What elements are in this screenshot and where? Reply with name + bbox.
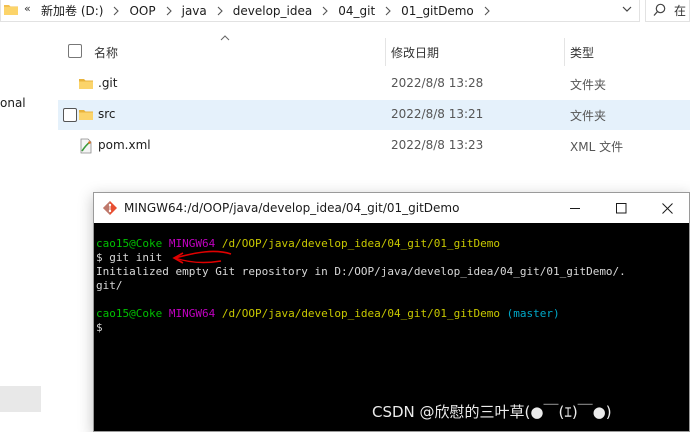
select-all-checkbox[interactable]: [68, 44, 82, 58]
nav-item-selected[interactable]: [0, 386, 41, 412]
file-type: 文件夹: [570, 109, 607, 123]
terminal-output-line: git/: [96, 279, 123, 292]
close-icon: [662, 203, 673, 214]
file-row[interactable]: pom.xml 2022/8/8 13:23 XML 文件: [58, 131, 690, 161]
prompt-user: cao15@Coke: [96, 237, 163, 250]
minimize-icon: [570, 208, 580, 209]
file-row[interactable]: src 2022/8/8 13:21 文件夹: [58, 100, 690, 130]
chevron-right-icon[interactable]: [484, 6, 490, 16]
nav-item-label[interactable]: onal: [0, 96, 26, 110]
file-name[interactable]: src: [98, 107, 116, 121]
terminal-output-line: Initialized empty Git repository in D:/O…: [96, 265, 626, 278]
breadcrumb-item[interactable]: develop_idea: [233, 4, 312, 18]
breadcrumb-item[interactable]: 04_git: [338, 4, 375, 18]
chevron-right-icon[interactable]: [113, 6, 120, 16]
watermark: CSDN @欣慰的三叶草(●￣(ｴ)￣●): [372, 403, 612, 421]
prompt-user: cao15@Coke: [96, 307, 163, 320]
file-modified: 2022/8/8 13:23: [391, 138, 484, 152]
breadcrumb-item[interactable]: 新加卷 (D:): [41, 2, 103, 19]
breadcrumb-item[interactable]: OOP: [129, 4, 155, 18]
column-header-type[interactable]: 类型: [570, 44, 594, 68]
search-box[interactable]: 在: [645, 0, 690, 22]
chevron-right-icon[interactable]: [217, 6, 223, 16]
annotation-arrow-icon: [172, 250, 232, 264]
breadcrumb: 新加卷 (D:) OOP java develop_idea 04_git 01…: [41, 2, 500, 19]
prompt-path: /d/OOP/java/develop_idea/04_git/01_gitDe…: [221, 307, 500, 320]
terminal-title: MINGW64:/d/OOP/java/develop_idea/04_git/…: [124, 201, 460, 215]
file-row[interactable]: .git 2022/8/8 13:28 文件夹: [58, 69, 690, 99]
maximize-icon: [616, 203, 627, 214]
column-header-modified[interactable]: 修改日期: [391, 44, 439, 68]
address-bar[interactable]: « 新加卷 (D:) OOP java develop_idea 04_git …: [0, 0, 640, 22]
terminal-window[interactable]: MINGW64:/d/OOP/java/develop_idea/04_git/…: [93, 192, 690, 432]
file-type: 文件夹: [570, 78, 607, 92]
maximize-button[interactable]: [598, 193, 644, 223]
folder-icon: [79, 79, 93, 89]
row-checkbox[interactable]: [63, 108, 77, 122]
chevron-right-icon[interactable]: [166, 6, 172, 16]
file-name[interactable]: pom.xml: [98, 138, 151, 152]
folder-icon: [79, 110, 93, 120]
folder-icon: [4, 5, 18, 15]
minimize-button[interactable]: [552, 193, 598, 223]
xml-file-icon: [80, 138, 92, 154]
breadcrumb-item[interactable]: 01_gitDemo: [401, 4, 474, 18]
column-header-name[interactable]: 名称: [94, 44, 118, 68]
sort-ascending-icon: [220, 35, 230, 41]
breadcrumb-item[interactable]: java: [182, 4, 207, 18]
close-button[interactable]: [644, 193, 690, 223]
column-divider[interactable]: [564, 38, 565, 66]
git-bash-icon: [103, 201, 117, 215]
chevron-right-icon[interactable]: [385, 6, 391, 16]
terminal-prompt-line: cao15@Coke MINGW64 /d/OOP/java/develop_i…: [96, 307, 560, 321]
prompt-shell: MINGW64: [168, 307, 216, 320]
terminal-prompt-line: cao15@Coke MINGW64 /d/OOP/java/develop_i…: [96, 237, 500, 251]
chevron-right-icon[interactable]: [322, 6, 329, 16]
search-icon: [653, 3, 666, 16]
terminal-cursor-line: $: [96, 321, 103, 334]
file-type: XML 文件: [570, 140, 624, 154]
search-placeholder: 在: [674, 4, 687, 18]
terminal-titlebar[interactable]: MINGW64:/d/OOP/java/develop_idea/04_git/…: [94, 193, 689, 223]
overflow-chevron-icon[interactable]: «: [24, 2, 31, 15]
prompt-path: /d/OOP/java/develop_idea/04_git/01_gitDe…: [221, 237, 500, 250]
address-dropdown-icon[interactable]: [621, 3, 633, 15]
terminal-command-line: $ git init: [96, 251, 163, 264]
file-modified: 2022/8/8 13:21: [391, 107, 484, 121]
file-name[interactable]: .git: [98, 76, 117, 90]
column-divider[interactable]: [385, 38, 386, 66]
file-modified: 2022/8/8 13:28: [391, 76, 484, 90]
prompt-branch: (master): [506, 307, 560, 320]
